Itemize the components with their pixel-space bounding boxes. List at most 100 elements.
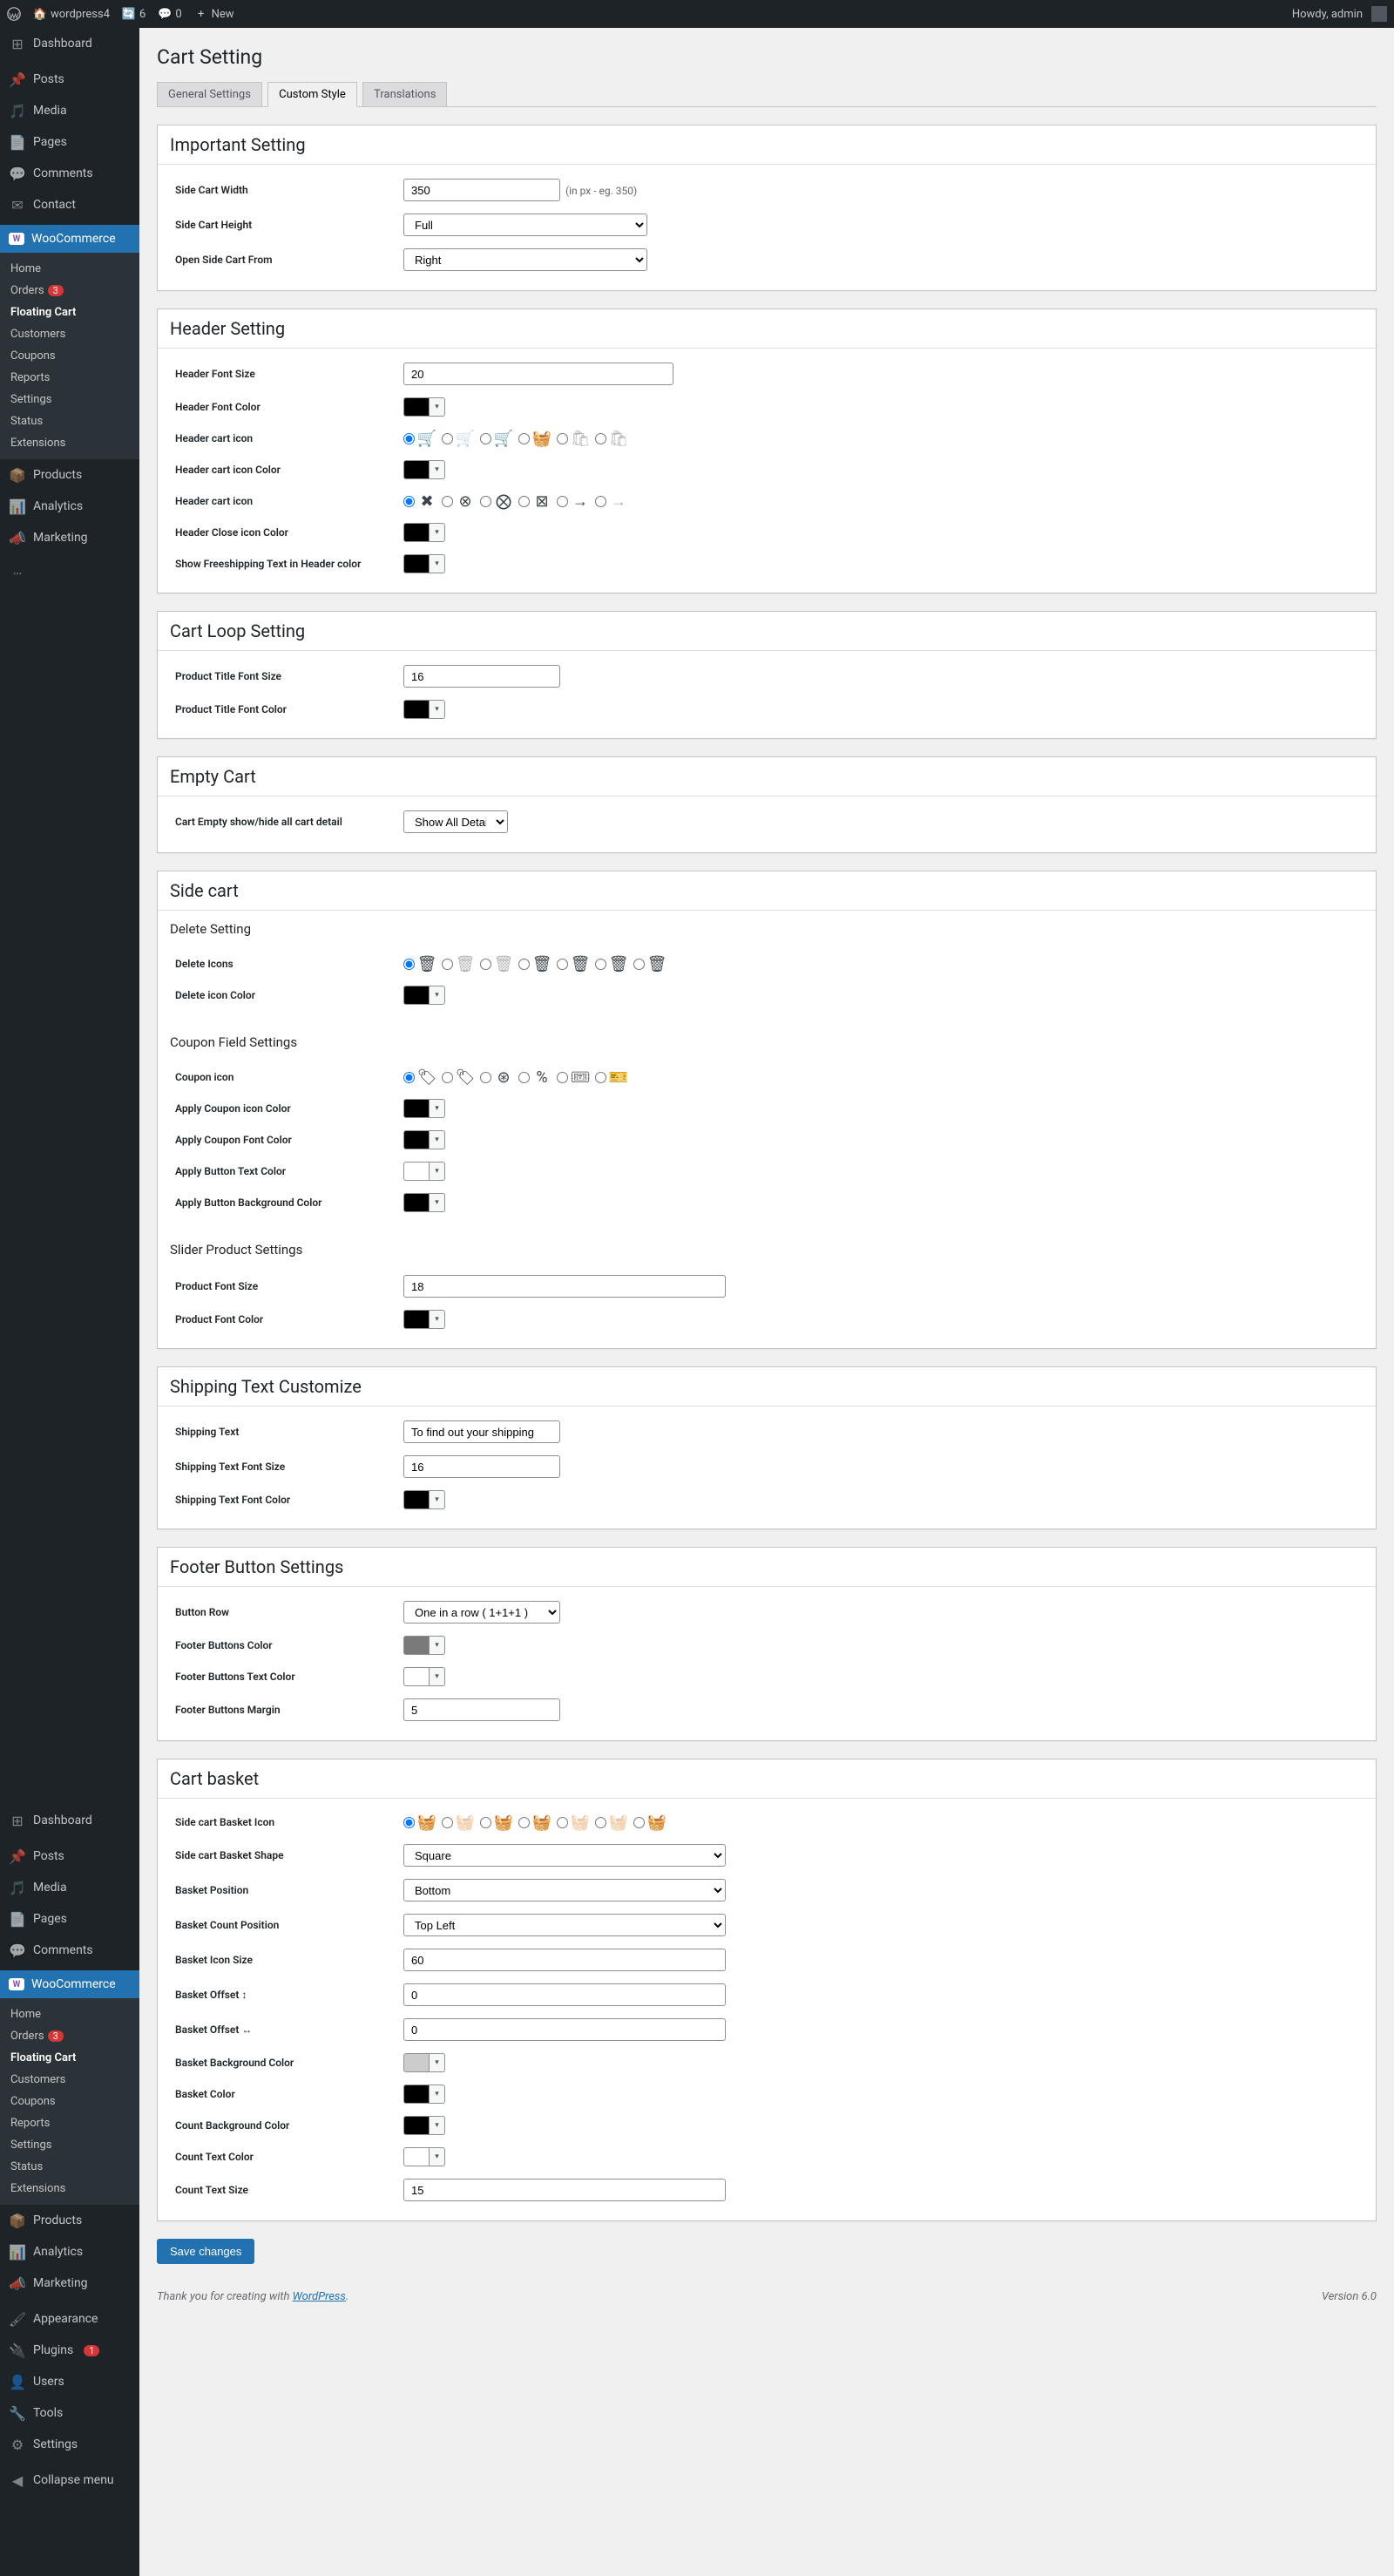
close-icon-3[interactable] (480, 496, 491, 507)
del-icon-2[interactable] (442, 959, 453, 970)
apply-coupon-icon-color-picker[interactable]: ▾ (403, 1099, 1358, 1118)
menu-more[interactable]: … (0, 553, 139, 585)
product-title-fontsize-input[interactable] (403, 665, 560, 688)
menu-comments-2[interactable]: 💬Comments (0, 1935, 139, 1966)
save-button[interactable]: Save changes (157, 2239, 254, 2264)
footer-buttons-margin-input[interactable] (403, 1698, 560, 1721)
del-icon-3[interactable] (480, 959, 491, 970)
submenu-extensions[interactable]: Extensions (0, 432, 139, 454)
menu-marketing[interactable]: 📣Marketing (0, 522, 139, 553)
submenu-settings[interactable]: Settings (0, 389, 139, 410)
submenu-orders[interactable]: Orders3 (0, 280, 139, 302)
menu-dashboard-2[interactable]: ⊞Dashboard (0, 1805, 139, 1836)
updates-link[interactable]: 🔄6 (122, 7, 145, 21)
wordpress-link[interactable]: WordPress (293, 2290, 346, 2303)
slider-product-color-picker[interactable]: ▾ (403, 1310, 1358, 1329)
menu-settings[interactable]: ⚙Settings (0, 2429, 139, 2460)
basket-bg-color-picker[interactable]: ▾ (403, 2053, 1358, 2072)
count-text-color-picker[interactable]: ▾ (403, 2147, 1358, 2166)
menu-contact[interactable]: ✉Contact (0, 189, 139, 220)
close-icon-5[interactable] (557, 496, 568, 507)
submenu-home[interactable]: Home (0, 258, 139, 280)
apply-button-bg-color-picker[interactable]: ▾ (403, 1193, 1358, 1212)
basket-icon-6[interactable] (595, 1817, 606, 1828)
submenu-customers[interactable]: Customers (0, 323, 139, 345)
cart-icon-6[interactable] (595, 433, 606, 444)
tab-custom-style[interactable]: Custom Style (267, 82, 357, 107)
menu-woocommerce[interactable]: WWooCommerce (0, 225, 139, 253)
wp-logo-icon[interactable] (7, 7, 21, 21)
menu-woocommerce-2[interactable]: WWooCommerce (0, 1970, 139, 1998)
slider-product-fontsize-input[interactable] (403, 1275, 726, 1298)
submenu-floating-cart[interactable]: Floating Cart (0, 302, 139, 323)
menu-comments[interactable]: 💬Comments (0, 158, 139, 189)
close-icon-6[interactable] (595, 496, 606, 507)
basket-color-picker[interactable]: ▾ (403, 2085, 1358, 2104)
basket-icon-4[interactable] (518, 1817, 530, 1828)
del-icon-7[interactable] (633, 959, 645, 970)
menu-media-2[interactable]: 🎵Media (0, 1872, 139, 1903)
shipping-text-input[interactable] (403, 1420, 560, 1443)
count-bg-color-picker[interactable]: ▾ (403, 2116, 1358, 2135)
tab-general[interactable]: General Settings (157, 82, 262, 106)
product-title-color-picker[interactable]: ▾ (403, 700, 1358, 719)
coupon-icon-6[interactable] (595, 1072, 606, 1083)
side-cart-width-input[interactable] (403, 179, 560, 201)
footer-buttons-color-picker[interactable]: ▾ (403, 1636, 1358, 1655)
menu-products[interactable]: 📦Products (0, 459, 139, 491)
menu-users[interactable]: 👤Users (0, 2366, 139, 2397)
basket-iconsize-input[interactable] (403, 1949, 726, 1971)
menu-pages-2[interactable]: 📄Pages (0, 1903, 139, 1935)
collapse-menu[interactable]: ◀Collapse menu (0, 2464, 139, 2496)
menu-dashboard[interactable]: ⊞Dashboard (0, 28, 139, 59)
header-close-color-picker[interactable]: ▾ (403, 523, 1358, 542)
header-fontcolor-picker[interactable]: ▾ (403, 397, 1358, 417)
menu-plugins[interactable]: 🔌Plugins1 (0, 2335, 139, 2366)
menu-analytics[interactable]: 📊Analytics (0, 491, 139, 522)
cart-icon-1[interactable] (403, 433, 415, 444)
menu-posts-2[interactable]: 📌Posts (0, 1840, 139, 1872)
basket-position-select[interactable]: Bottom (403, 1879, 726, 1901)
shipping-font-color-picker[interactable]: ▾ (403, 1490, 1358, 1509)
cart-icon-3[interactable] (480, 433, 491, 444)
submenu-status[interactable]: Status (0, 410, 139, 432)
apply-coupon-font-color-picker[interactable]: ▾ (403, 1130, 1358, 1149)
basket-icon-1[interactable] (403, 1817, 415, 1828)
shipping-fontsize-input[interactable] (403, 1455, 560, 1478)
close-icon-1[interactable] (403, 496, 415, 507)
basket-countpos-select[interactable]: Top Left (403, 1914, 726, 1936)
basket-offsetx-input[interactable] (403, 2018, 726, 2041)
apply-button-text-color-picker[interactable]: ▾ (403, 1162, 1358, 1181)
tab-translations[interactable]: Translations (362, 82, 447, 106)
cart-icon-5[interactable] (557, 433, 568, 444)
header-carticon-color-picker[interactable]: ▾ (403, 460, 1358, 479)
del-icon-1[interactable] (403, 959, 415, 970)
menu-media[interactable]: 🎵Media (0, 95, 139, 126)
basket-offsety-input[interactable] (403, 1983, 726, 2006)
basket-icon-7[interactable] (633, 1817, 645, 1828)
close-icon-2[interactable] (442, 496, 453, 507)
basket-icon-5[interactable] (557, 1817, 568, 1828)
delete-icon-color-picker[interactable]: ▾ (403, 986, 1358, 1005)
button-row-select[interactable]: One in a row ( 1+1+1 ) (403, 1601, 560, 1624)
close-icon-4[interactable] (518, 496, 530, 507)
basket-shape-select[interactable]: Square (403, 1844, 726, 1867)
cart-icon-4[interactable] (518, 433, 530, 444)
freeship-color-picker[interactable]: ▾ (403, 554, 1358, 573)
del-icon-5[interactable] (557, 959, 568, 970)
open-from-select[interactable]: Right (403, 248, 647, 271)
comments-link[interactable]: 💬0 (158, 7, 181, 21)
new-link[interactable]: +New (194, 7, 234, 21)
howdy-link[interactable]: Howdy, admin (1292, 6, 1387, 22)
submenu-reports[interactable]: Reports (0, 367, 139, 389)
coupon-icon-5[interactable] (557, 1072, 568, 1083)
submenu-coupons[interactable]: Coupons (0, 345, 139, 367)
menu-posts[interactable]: 📌Posts (0, 64, 139, 95)
menu-appearance[interactable]: 🖌Appearance (0, 2303, 139, 2335)
site-link[interactable]: 🏠wordpress4 (33, 7, 110, 21)
menu-pages[interactable]: 📄Pages (0, 126, 139, 158)
coupon-icon-1[interactable] (403, 1072, 415, 1083)
coupon-icon-2[interactable] (442, 1072, 453, 1083)
coupon-icon-3[interactable] (480, 1072, 491, 1083)
del-icon-6[interactable] (595, 959, 606, 970)
